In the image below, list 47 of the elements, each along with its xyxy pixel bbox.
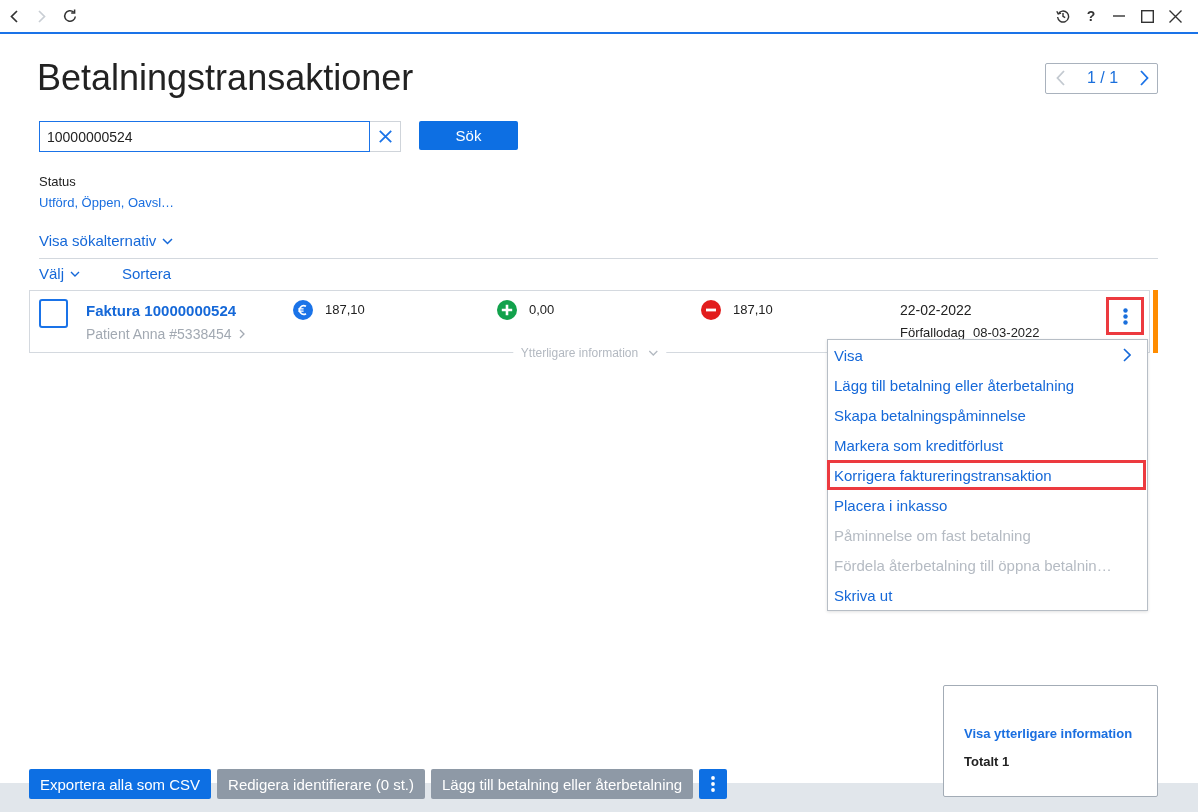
filter-label: Status	[39, 173, 76, 191]
total-count: Totalt 1	[964, 754, 1010, 769]
search-field[interactable]: 10000000524	[39, 121, 370, 152]
due-date-label: Förfallodag	[900, 324, 966, 342]
menu-item[interactable]: Lägg till betalning eller återbetalning	[828, 370, 1147, 400]
euro-icon	[293, 300, 313, 320]
kebab-icon	[711, 776, 716, 792]
history-icon[interactable]	[1056, 9, 1070, 23]
search-options-toggle[interactable]: Visa sökalternativ	[39, 232, 174, 250]
minus-icon	[701, 300, 721, 320]
chevron-down-icon	[648, 350, 659, 356]
amount-text: 0,00	[529, 302, 555, 318]
search-button[interactable]: Sök	[419, 121, 518, 150]
chevron-down-icon	[70, 271, 80, 277]
back-icon[interactable]	[10, 9, 18, 23]
status-filter-link[interactable]: Utförd, Öppen, Oavsl…	[39, 195, 175, 210]
maximize-icon[interactable]	[1140, 9, 1154, 23]
page-title: Betalningstransaktioner	[37, 56, 414, 100]
close-icon	[378, 130, 392, 143]
amount-text: 187,10	[325, 302, 365, 318]
menu-item[interactable]: Skriva ut	[828, 580, 1147, 610]
page-indicator: 1 / 1	[1086, 69, 1119, 87]
menu-item[interactable]: Korrigera faktureringstransaktion	[827, 460, 1146, 490]
help-button[interactable]: ?	[1086, 8, 1096, 24]
chevron-right-icon	[238, 329, 245, 339]
menu-item[interactable]: Visa	[828, 340, 1147, 370]
plus-icon	[497, 300, 517, 320]
reload-icon[interactable]	[63, 9, 77, 23]
more-button[interactable]	[1106, 297, 1144, 335]
clear-button[interactable]	[370, 121, 401, 152]
menu-item[interactable]: Skapa betalningspåminnelse	[828, 400, 1147, 430]
kebab-icon	[1122, 307, 1128, 325]
close-icon[interactable]	[1168, 9, 1182, 23]
invoice-date: 22-02-2022	[900, 301, 972, 320]
amount-text: 187,10	[733, 302, 773, 318]
menu-item[interactable]: Placera i inkasso	[828, 490, 1147, 520]
action-button[interactable]: Exportera alla som CSV	[29, 769, 212, 799]
sort-button[interactable]: Sortera	[122, 265, 172, 283]
select-dropdown[interactable]: Välj	[39, 265, 80, 283]
menu-item[interactable]: Markera som kreditförlust	[828, 430, 1147, 460]
checkbox[interactable]	[39, 299, 68, 328]
next-page-icon[interactable]	[1140, 70, 1149, 86]
chevron-down-icon	[162, 237, 174, 245]
more-info-link[interactable]: Visa ytterligare information	[964, 726, 1133, 741]
more-actions-button[interactable]	[699, 769, 728, 799]
due-date: 08-03-2022	[973, 324, 1040, 342]
invoice-link[interactable]: Faktura 10000000524	[86, 302, 237, 319]
